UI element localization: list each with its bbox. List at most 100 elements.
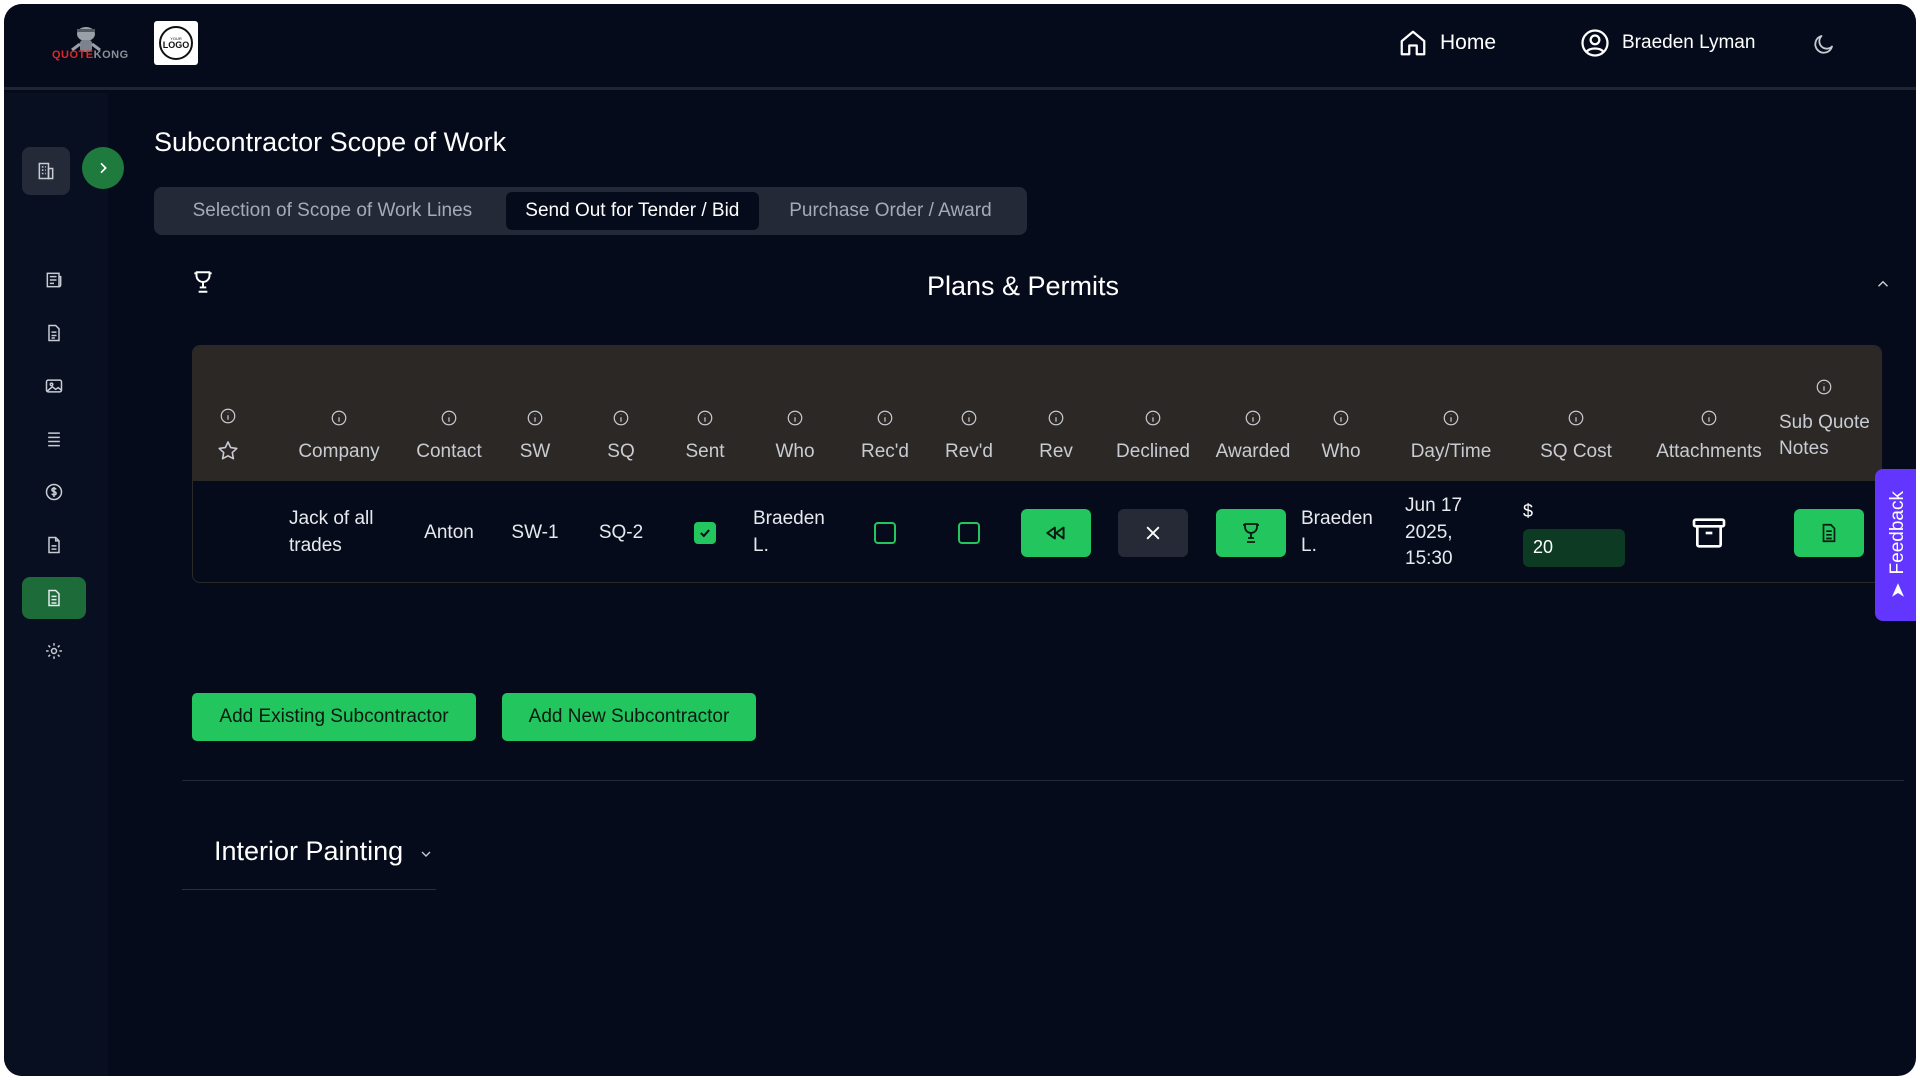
archive-icon[interactable] (1689, 513, 1729, 553)
col-revd: Rev'd (933, 346, 1005, 481)
building-icon (38, 162, 54, 180)
tab-purchase-order-award[interactable]: Purchase Order / Award (759, 192, 1022, 230)
info-icon[interactable] (1332, 409, 1350, 427)
chevron-down-icon (421, 851, 431, 857)
cell-contact: Anton (424, 521, 474, 543)
info-icon[interactable] (219, 407, 237, 425)
col-company: Company (289, 346, 389, 481)
document-icon (48, 324, 60, 342)
user-name: Braeden Lyman (1622, 32, 1756, 53)
reviewed-checkbox[interactable] (958, 522, 980, 544)
sidebar-expand-button[interactable] (82, 147, 124, 189)
home-link[interactable]: Home (1398, 28, 1496, 58)
section-title: Interior Painting (214, 836, 404, 866)
table-header: Company Contact SW SQ Sent Who Rec'd Rev… (193, 346, 1881, 481)
col-sq: SQ (585, 346, 657, 481)
info-icon[interactable] (960, 409, 978, 427)
sidebar-item-finance[interactable] (22, 471, 86, 513)
sidebar-item-subcontractors[interactable] (22, 577, 86, 619)
subcontractor-table: Company Contact SW SQ Sent Who Rec'd Rev… (192, 345, 1882, 583)
rev-button[interactable] (1021, 509, 1091, 557)
sq-cost-input[interactable] (1523, 528, 1625, 567)
rewind-icon (1046, 526, 1065, 540)
moon-icon[interactable] (1812, 32, 1836, 56)
info-icon[interactable] (696, 409, 714, 427)
award-button[interactable] (1216, 509, 1286, 557)
col-day-time: Day/Time (1391, 346, 1511, 481)
info-icon[interactable] (330, 409, 348, 427)
section-divider (182, 780, 1904, 781)
cell-sq-cost: $ (1523, 482, 1641, 582)
feedback-tab[interactable]: Feedback (1875, 469, 1916, 621)
chevron-right-icon (100, 162, 107, 174)
col-favorite (211, 346, 245, 481)
top-header: QUOTEKONG YOUR LOGO Home Braeden Lyman (4, 4, 1916, 90)
add-new-subcontractor-button[interactable]: Add New Subcontractor (502, 693, 756, 741)
brand-name: QUOTEKONG (52, 49, 129, 61)
cell-company: Jack of all trades (289, 508, 374, 556)
info-icon[interactable] (1442, 409, 1460, 427)
feedback-label: Feedback (1886, 491, 1908, 575)
tab-send-out-for-tender[interactable]: Send Out for Tender / Bid (505, 192, 759, 230)
notes-button[interactable] (1794, 509, 1864, 557)
dollar-icon (45, 483, 63, 501)
document-text-icon (48, 589, 60, 607)
section-interior-painting[interactable]: Interior Painting (182, 818, 436, 890)
chevron-up-icon[interactable] (1874, 275, 1892, 293)
col-who: Who (759, 346, 831, 481)
gear-icon (46, 643, 62, 659)
decline-button[interactable] (1118, 509, 1188, 557)
tab-bar: Selection of Scope of Work Lines Send Ou… (154, 187, 1027, 235)
cell-sw: SW-1 (511, 521, 559, 543)
sidebar-item-documents[interactable] (22, 312, 86, 354)
sidebar-company-button[interactable] (22, 147, 70, 195)
info-icon[interactable] (876, 409, 894, 427)
col-sw: SW (499, 346, 571, 481)
table-row: Jack of all trades Anton SW-1 SQ-2 Braed… (193, 482, 1881, 582)
user-menu[interactable]: Braeden Lyman (1580, 28, 1755, 58)
trophy-icon (1243, 523, 1259, 543)
info-icon[interactable] (526, 409, 544, 427)
info-icon[interactable] (786, 409, 804, 427)
cell-awarded-who: Braeden L. (1301, 508, 1373, 556)
sidebar-item-images[interactable] (22, 365, 86, 407)
sidebar-item-files[interactable] (22, 524, 86, 566)
section-header: Plans & Permits (154, 261, 1892, 321)
col-sent: Sent (669, 346, 741, 481)
info-icon[interactable] (1047, 409, 1065, 427)
main-content: Subcontractor Scope of Work Selection of… (108, 93, 1916, 1076)
cell-recd (849, 482, 921, 582)
star-icon[interactable] (216, 439, 240, 463)
cell-sq: SQ-2 (598, 521, 644, 543)
send-arrow-icon (1891, 582, 1904, 597)
info-icon[interactable] (440, 409, 458, 427)
home-icon (1400, 30, 1426, 56)
page-title: Subcontractor Scope of Work (154, 127, 507, 157)
info-icon[interactable] (1244, 409, 1262, 427)
info-icon[interactable] (1144, 409, 1162, 427)
received-checkbox[interactable] (874, 522, 896, 544)
image-icon (45, 379, 63, 393)
file-icon (48, 536, 60, 554)
sidebar-item-estimates[interactable] (22, 259, 86, 301)
info-icon[interactable] (612, 409, 630, 427)
tab-selection-of-scope[interactable]: Selection of Scope of Work Lines (159, 192, 506, 230)
sidebar-item-lists[interactable] (22, 418, 86, 460)
info-icon[interactable] (1815, 378, 1833, 396)
col-awarded-who: Who (1305, 346, 1377, 481)
info-icon[interactable] (1567, 409, 1585, 427)
col-declined: Declined (1103, 346, 1203, 481)
add-existing-subcontractor-button[interactable]: Add Existing Subcontractor (192, 693, 476, 741)
user-circle-icon (1581, 29, 1609, 57)
sidebar (4, 93, 124, 1076)
sent-checkbox[interactable] (694, 522, 716, 544)
info-icon[interactable] (1700, 409, 1718, 427)
col-sub-quote-notes: Sub Quote Notes (1779, 346, 1879, 481)
home-label: Home (1440, 31, 1497, 54)
col-rev: Rev (1021, 346, 1091, 481)
list-icon (48, 432, 60, 447)
document-text-icon (1822, 523, 1836, 543)
cell-who: Braeden L. (753, 508, 825, 556)
newspaper-icon (46, 272, 62, 288)
sidebar-item-settings[interactable] (22, 630, 86, 672)
